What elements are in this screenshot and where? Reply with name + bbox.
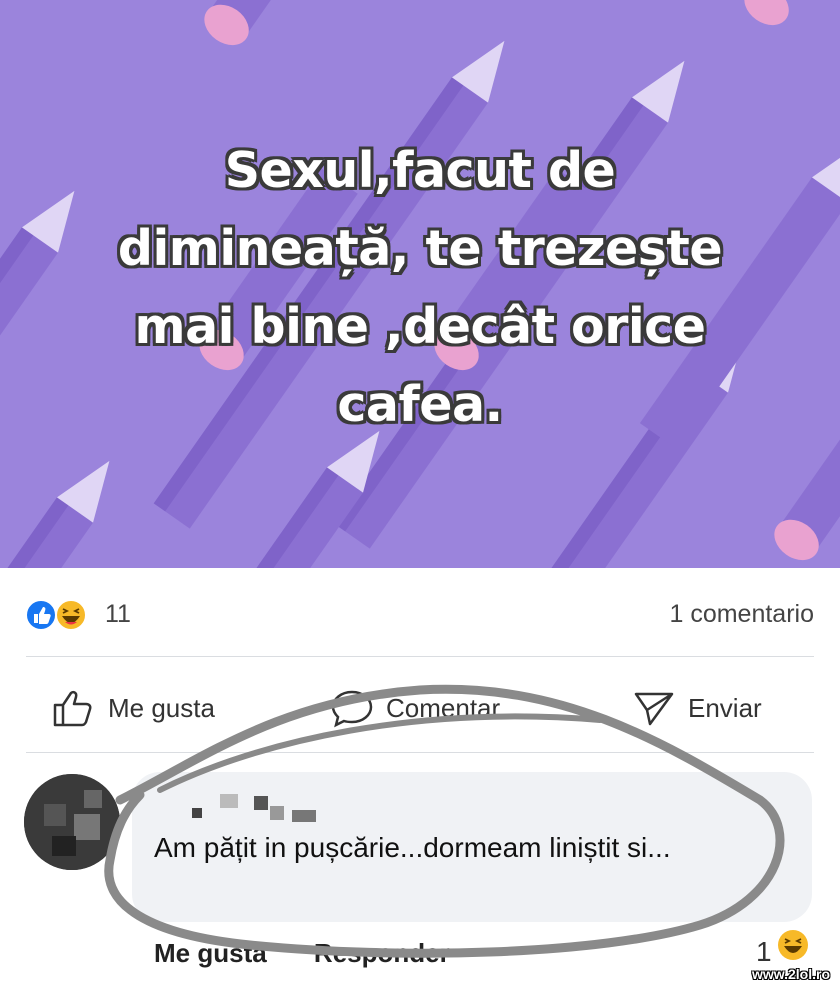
post-background: Sexul,facut de dimineață, te trezește ma… <box>0 0 840 568</box>
like-button-label: Me gusta <box>108 692 215 723</box>
divider <box>26 656 814 657</box>
reaction-count: 11 <box>105 600 131 628</box>
comment-reply-button[interactable]: Responder <box>314 938 450 968</box>
reactions-summary[interactable]: 11 1 comentario <box>0 568 840 658</box>
comment-actions: Me gusta Responder <box>154 938 490 969</box>
share-button-label: Enviar <box>688 692 762 723</box>
comment-like-button[interactable]: Me gusta <box>154 938 267 968</box>
comments-count-link[interactable]: 1 comentario <box>669 600 814 629</box>
like-button[interactable]: Me gusta <box>52 688 215 728</box>
reaction-icons <box>25 599 87 631</box>
haha-icon <box>778 930 808 960</box>
pixelated-username <box>192 794 316 822</box>
comment-button[interactable]: Comentar <box>330 688 500 728</box>
thumbs-up-icon <box>53 690 92 727</box>
comment: Am pățit in pușcărie...dormeam liniștit … <box>0 756 840 986</box>
like-icon <box>25 599 57 631</box>
comment-reaction-count[interactable]: 1 <box>756 936 772 968</box>
comment-bubble-icon <box>331 690 373 728</box>
post-text: Sexul,facut de dimineață, te trezește ma… <box>117 142 723 433</box>
share-button[interactable]: Enviar <box>632 688 762 728</box>
comment-bubble: Am pățit in pușcărie...dormeam liniștit … <box>132 772 812 922</box>
watermark: www.2lol.ro <box>751 966 830 982</box>
avatar[interactable] <box>24 774 120 870</box>
comment-button-label: Comentar <box>386 692 501 723</box>
divider <box>26 752 814 753</box>
comment-text: Am pățit in pușcărie...dormeam liniștit … <box>154 832 671 863</box>
pixelated-avatar-image <box>24 774 120 870</box>
post-actions: Me gusta Comentar Enviar <box>0 658 840 754</box>
haha-icon <box>55 599 87 631</box>
send-icon <box>634 692 674 726</box>
